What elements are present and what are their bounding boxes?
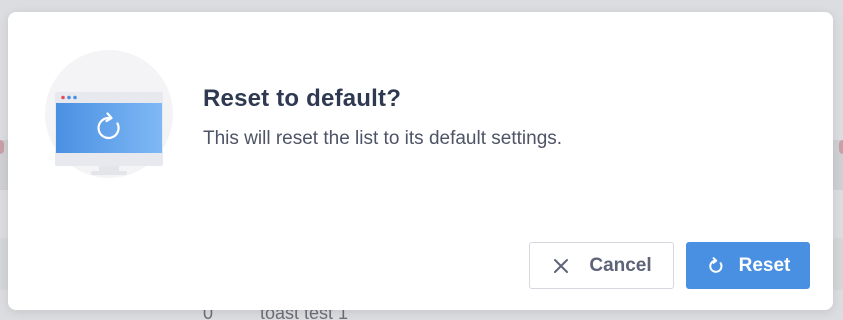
monitor-reset-icon xyxy=(45,50,173,178)
dialog-title: Reset to default? xyxy=(203,85,402,112)
reset-icon xyxy=(706,256,726,276)
reset-button[interactable]: Reset xyxy=(686,242,810,289)
reset-dialog: Reset to default? This will reset the li… xyxy=(8,12,833,310)
reset-button-label: Reset xyxy=(738,254,791,276)
cancel-button[interactable]: Cancel xyxy=(529,242,674,289)
cancel-button-label: Cancel xyxy=(589,254,652,276)
background-marker xyxy=(0,140,4,154)
background-marker xyxy=(839,140,843,154)
dialog-message: This will reset the list to its default … xyxy=(203,128,563,149)
close-icon xyxy=(551,256,571,276)
